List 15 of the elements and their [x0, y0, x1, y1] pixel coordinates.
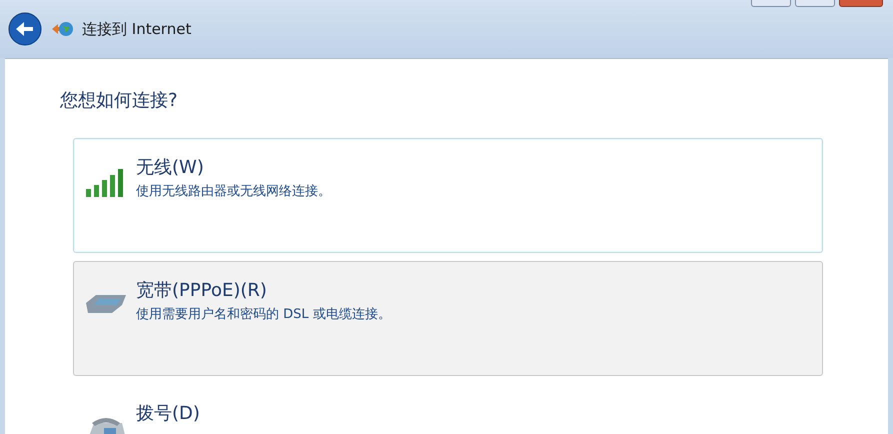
page-heading: 您想如何连接?	[60, 89, 179, 113]
option-title: 拨号(D)	[136, 403, 200, 425]
option-description: 使用需要用户名和密码的 DSL 或电缆连接。	[136, 306, 391, 324]
network-globe-icon	[50, 19, 74, 39]
option-description: 使用无线路由器或无线网络连接。	[136, 182, 331, 201]
connection-option[interactable]: 拨号(D)	[73, 384, 823, 434]
maximize-button[interactable]	[795, 0, 835, 7]
option-title: 宽带(PPPoE)(R)	[136, 280, 268, 302]
window-title: 连接到 Internet	[82, 18, 192, 40]
connection-option[interactable]: 无线(W) 使用无线路由器或无线网络连接。	[73, 138, 823, 253]
close-button[interactable]	[839, 0, 883, 7]
connection-option[interactable]: 宽带(PPPoE)(R) 使用需要用户名和密码的 DSL 或电缆连接。	[73, 261, 823, 376]
back-button[interactable]	[8, 12, 42, 46]
minimize-button[interactable]	[751, 0, 791, 7]
option-title: 无线(W)	[136, 157, 205, 179]
